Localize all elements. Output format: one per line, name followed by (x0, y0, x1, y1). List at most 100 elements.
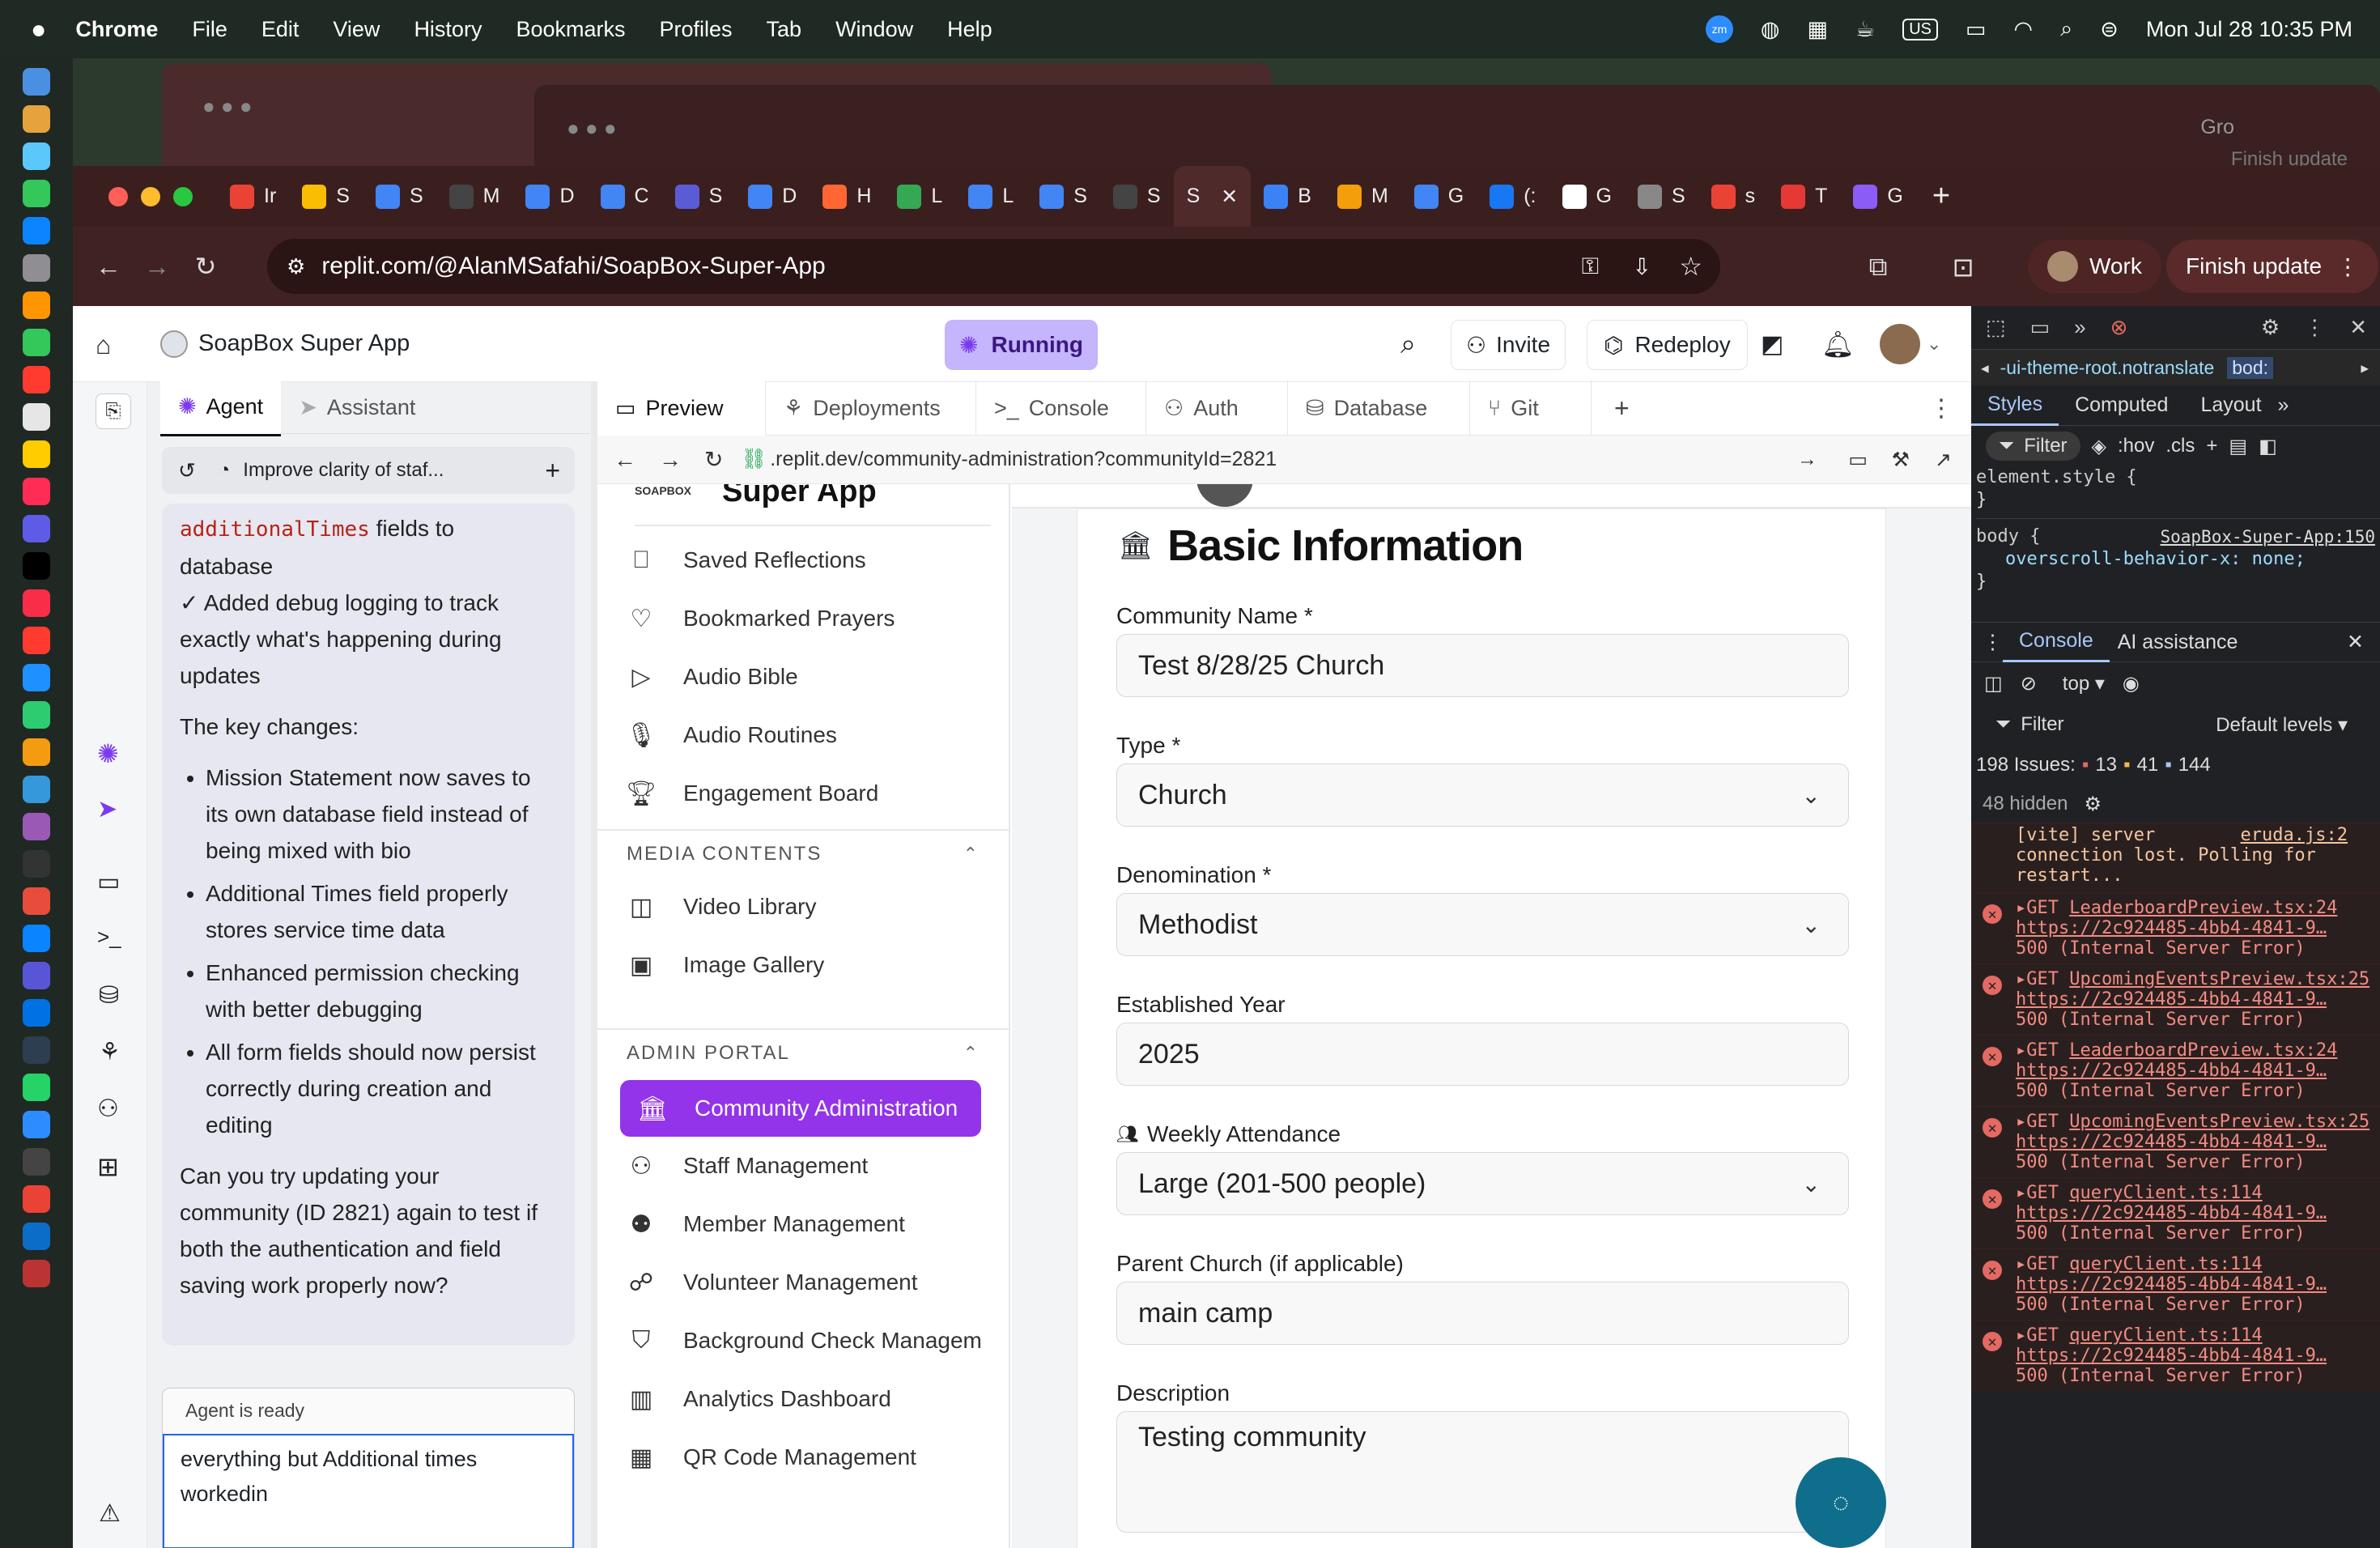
dock-app-icon[interactable] (23, 1111, 50, 1138)
dock-app-icon[interactable] (23, 850, 50, 878)
dock-app-icon[interactable] (23, 627, 50, 654)
dock-app-icon[interactable] (23, 440, 50, 468)
wifi-icon[interactable]: ◠ (2014, 17, 2034, 42)
window-minimize-button[interactable] (141, 186, 160, 206)
community-name-input[interactable]: Test 8/28/25 Church (1116, 634, 1849, 697)
new-thread-icon[interactable]: + (545, 456, 560, 486)
go-arrow-icon[interactable]: → (1797, 448, 1817, 471)
apple-icon[interactable]: ● (31, 15, 46, 45)
request-url[interactable]: https://2c924485-4bb4-4841-9… (2016, 1132, 2380, 1152)
browser-tab[interactable]: G (1840, 166, 1915, 227)
description-textarea[interactable]: Testing community (1116, 1411, 1849, 1533)
nav-staff-management[interactable]: ⚇ Staff Management (597, 1137, 1009, 1195)
menu-history[interactable]: History (414, 17, 482, 42)
expand-triangle-icon[interactable]: ▸ (2016, 969, 2026, 989)
browser-tab[interactable]: H (810, 166, 884, 227)
console-error[interactable]: ✕ ▸GET UpcomingEventsPreview.tsx:25 https:… (1971, 963, 2380, 1035)
browser-tab[interactable]: D (512, 166, 587, 227)
eye-icon[interactable]: ◉ (2123, 672, 2140, 695)
input-source-badge[interactable]: US (1902, 18, 1939, 40)
browser-tab[interactable]: s (1698, 166, 1769, 227)
layers-icon[interactable]: ◈ (2092, 435, 2106, 458)
browser-tab[interactable]: B (1251, 166, 1324, 227)
preview-reload-icon[interactable]: ↻ (704, 446, 723, 473)
url-text[interactable]: replit.com/@AlanMSafahi/SoapBox-Super-Ap… (321, 253, 825, 280)
tab-layout[interactable]: Layout (2184, 393, 2277, 417)
request-url[interactable]: https://2c924485-4bb4-4841-9… (2016, 1203, 2380, 1223)
tab-agent[interactable]: ✺ Agent (160, 379, 282, 436)
tab-console[interactable]: >_ Console (976, 380, 1146, 437)
assistant-icon[interactable]: ➤ (97, 795, 117, 823)
clear-console-icon[interactable]: ⊘ (2021, 672, 2037, 695)
close-drawer-icon[interactable]: ✕ (2347, 630, 2364, 654)
paint-icon[interactable]: ▤ (2229, 435, 2247, 458)
dock-app-icon[interactable] (23, 105, 50, 133)
window-zoom-button[interactable] (173, 186, 193, 206)
device-toolbar-icon[interactable]: ▭ (2030, 315, 2051, 340)
dock-app-icon[interactable] (23, 180, 50, 207)
browser-tab[interactable]: L (955, 166, 1026, 227)
dock-app-icon[interactable] (23, 589, 50, 617)
dock-app-icon[interactable] (23, 254, 50, 282)
forward-icon[interactable]: → (133, 242, 181, 291)
history-icon[interactable]: ↺ (178, 458, 196, 483)
tab-console[interactable]: Console (2003, 622, 2110, 662)
zoom-icon[interactable]: zm (1705, 15, 1733, 43)
browser-tab[interactable]: S (289, 166, 363, 227)
weekly-attendance-select[interactable]: Large (201-500 people) ⌄ (1116, 1152, 1849, 1215)
back-icon[interactable]: ← (84, 242, 133, 291)
dock-app-icon[interactable] (23, 925, 50, 952)
dock-app-icon[interactable] (23, 1185, 50, 1213)
clock[interactable]: Mon Jul 28 10:35 PM (2146, 17, 2352, 42)
agent-icon[interactable]: ✺ (97, 738, 119, 769)
dock-app-icon[interactable] (23, 552, 50, 580)
password-key-icon[interactable]: ⚿ (1582, 253, 1599, 280)
request-url[interactable]: https://2c924485-4bb4-4841-9… (2016, 1346, 2380, 1366)
nav-image-gallery[interactable]: ▣ Image Gallery (597, 936, 1009, 994)
dock-app-icon[interactable] (23, 1260, 50, 1287)
dock-app-icon[interactable] (23, 1223, 50, 1250)
console-source[interactable]: UpcomingEventsPreview.tsx:25 (2069, 969, 2369, 989)
console-source[interactable]: eruda.js:2 (2241, 825, 2348, 845)
app-menu-name[interactable]: Chrome (75, 17, 158, 42)
dock-app-icon[interactable] (23, 291, 50, 319)
dock-app-icon[interactable] (23, 999, 50, 1027)
established-year-input[interactable]: 2025 (1116, 1023, 1849, 1086)
dock-app-icon[interactable] (23, 478, 50, 505)
context-select[interactable]: top ▾ (2063, 672, 2105, 695)
console-source[interactable]: queryClient.ts:114 (2069, 1183, 2262, 1203)
nav-community-administration[interactable]: 🏛︎ Community Administration (620, 1080, 981, 1137)
dock-app-icon[interactable] (23, 664, 50, 691)
browser-tab[interactable]: S (1026, 166, 1100, 227)
chevron-down-icon[interactable]: ⌄ (1927, 334, 1941, 355)
thread-title[interactable]: Improve clarity of staf... (243, 459, 444, 482)
reading-list-icon[interactable]: ⊡ (1939, 243, 1987, 291)
console-filter-input[interactable]: ⏷ Filter (1986, 710, 2074, 739)
scroll-right-icon[interactable]: ▶ (2361, 360, 2369, 376)
open-new-tab-icon[interactable]: ↗ (1935, 448, 1952, 472)
tab-auth[interactable]: ⚇ Auth (1146, 380, 1288, 437)
inspect-icon[interactable]: ⬚ (1986, 315, 2006, 340)
finish-update-button[interactable]: Finish update ⋮ (2166, 240, 2379, 293)
admin-section-header[interactable]: ADMIN PORTAL ⌃ (597, 1028, 1009, 1077)
cls-toggle[interactable]: .cls (2165, 435, 2195, 457)
preview-url[interactable]: .replit.dev/community-administration?com… (770, 448, 1277, 471)
expand-triangle-icon[interactable]: ▸ (2016, 898, 2026, 918)
console-error[interactable]: ✕ ▸GET UpcomingEventsPreview.tsx:25 https:… (1971, 1106, 2380, 1177)
menu-help[interactable]: Help (947, 17, 992, 42)
new-rule-icon[interactable]: + (2206, 435, 2217, 457)
expand-triangle-icon[interactable]: ▸ (2016, 1040, 2026, 1061)
nav-video-library[interactable]: ◫ Video Library (597, 878, 1009, 936)
dock-app-icon[interactable] (23, 142, 50, 170)
devtools-wrench-icon[interactable]: ⚒ (1892, 448, 1910, 472)
breadcrumb-item[interactable]: -ui-theme-root.notranslate (2000, 357, 2215, 379)
nav-saved-reflections[interactable]: ⎕ Saved Reflections (597, 531, 1009, 589)
site-settings-icon[interactable]: ⚙ (287, 254, 305, 279)
sidebar-toggle-icon[interactable]: ◧ (2259, 435, 2277, 458)
console-source[interactable]: queryClient.ts:114 (2069, 1254, 2262, 1274)
menu-bookmarks[interactable]: Bookmarks (516, 17, 625, 42)
more-tabs-icon[interactable]: » (2278, 393, 2289, 417)
dock-app-icon[interactable] (23, 1148, 50, 1176)
install-app-icon[interactable]: ⇩ (1633, 253, 1651, 280)
expand-triangle-icon[interactable]: ▸ (2016, 1112, 2026, 1132)
